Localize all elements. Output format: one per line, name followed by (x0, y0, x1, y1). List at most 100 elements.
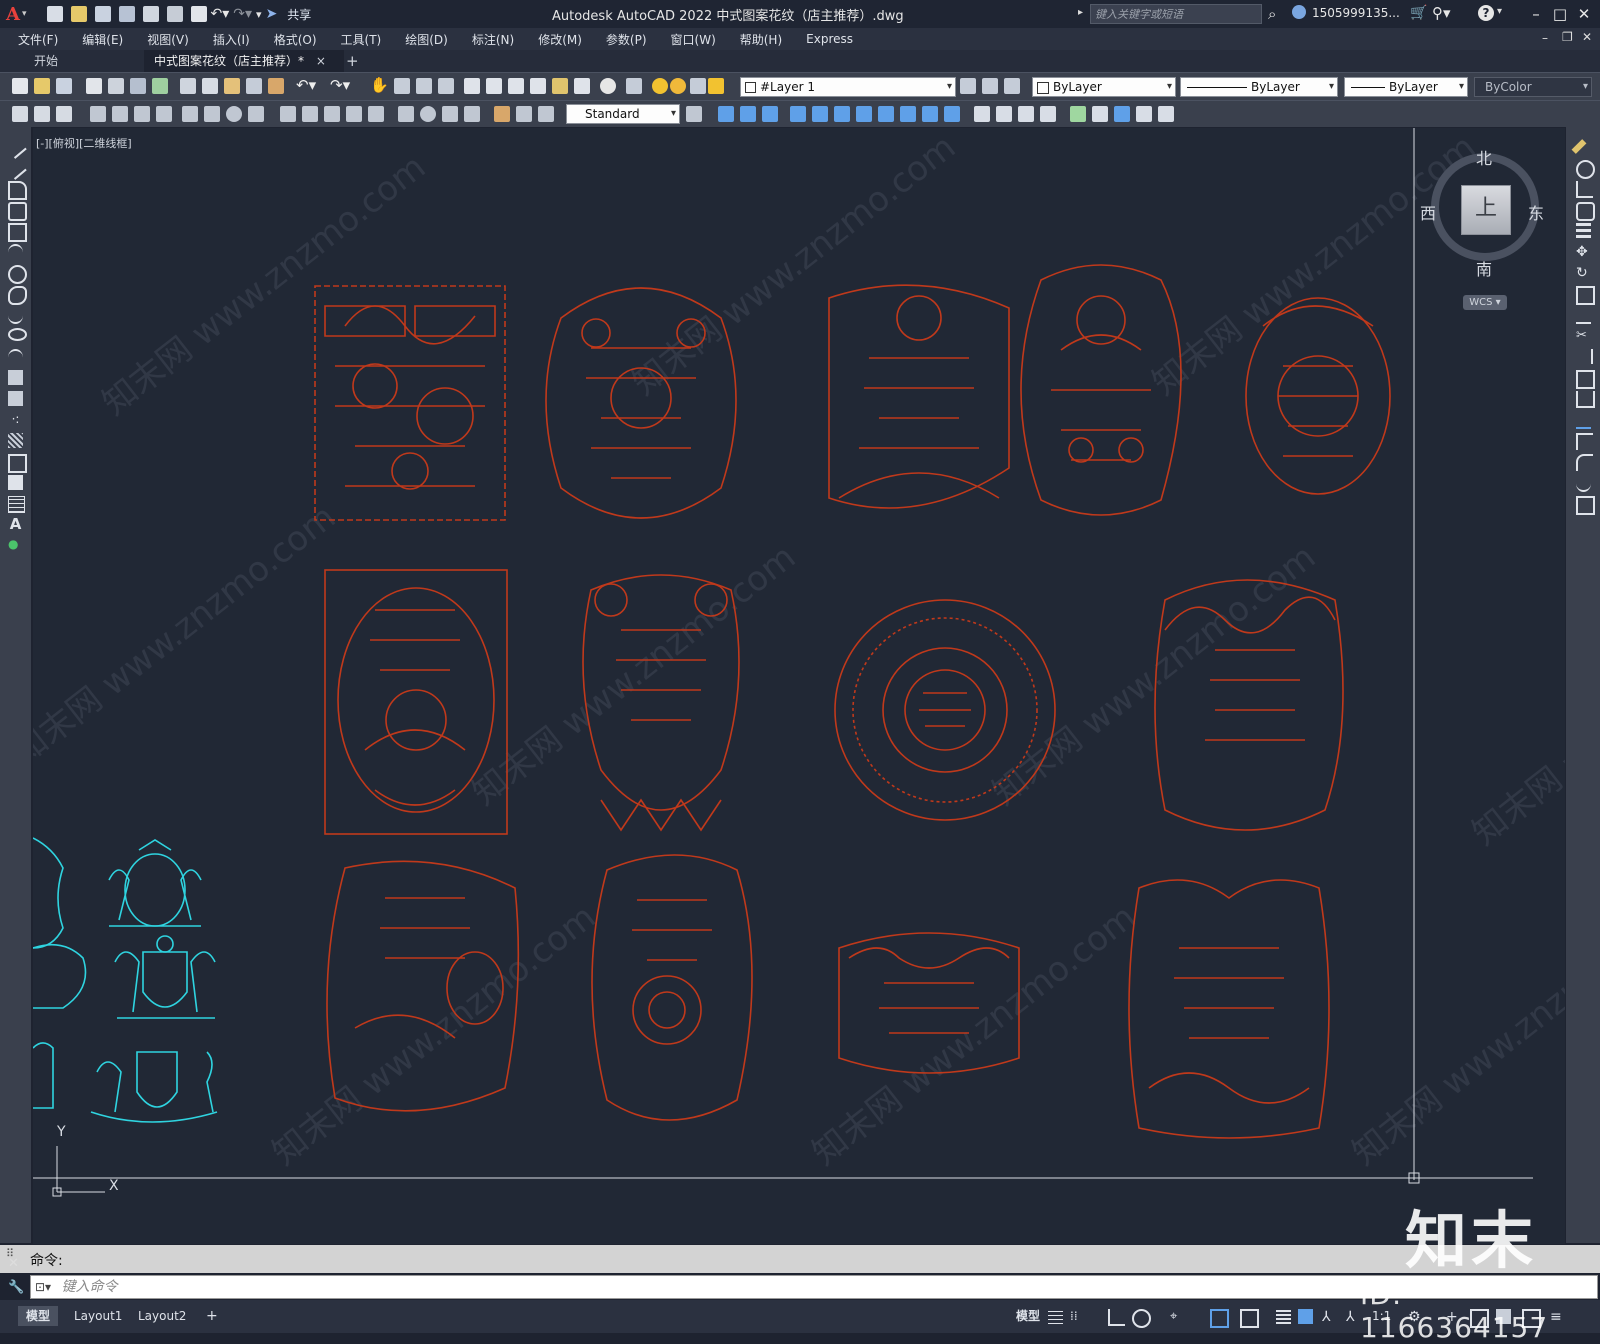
array-icon[interactable] (790, 106, 806, 122)
dim-space-icon[interactable] (280, 106, 296, 122)
snap-icon[interactable]: ⁞⁞ (1070, 1309, 1085, 1324)
application-menu-button[interactable]: A (6, 4, 20, 25)
table-icon[interactable] (8, 496, 25, 513)
open-icon[interactable] (34, 78, 50, 94)
share-icon[interactable]: ➤ (266, 6, 278, 22)
gradient-icon[interactable] (8, 454, 27, 473)
doc-close-icon[interactable]: ✕ (1582, 30, 1592, 44)
model-space-button[interactable]: 模型 (1008, 1306, 1048, 1326)
tolerance-icon[interactable] (324, 106, 340, 122)
layer-viewport-icon[interactable] (690, 78, 706, 94)
mirror-icon[interactable] (740, 106, 756, 122)
design-center-icon[interactable] (486, 78, 502, 94)
menu-window[interactable]: 窗口(W) (659, 31, 728, 48)
region-icon[interactable] (8, 475, 23, 490)
fillet-icon[interactable] (1018, 106, 1034, 122)
move-icon[interactable] (812, 106, 828, 122)
image-attach-icon[interactable] (1158, 106, 1174, 122)
extend-icon[interactable] (1576, 349, 1593, 364)
dim-arc-icon[interactable] (56, 106, 72, 122)
break-icon[interactable] (1576, 391, 1595, 408)
menu-file[interactable]: 文件(F) (6, 31, 70, 48)
brush-icon[interactable] (268, 78, 284, 94)
wcs-menu[interactable]: WCS ▾ (1463, 295, 1507, 310)
layer-properties-icon[interactable] (626, 78, 642, 94)
application-menu-arrow-icon[interactable]: ▾ (22, 9, 27, 19)
color-dropdown[interactable]: ByLayer ▾ (1032, 77, 1176, 97)
open-web-icon[interactable] (142, 6, 159, 22)
join-icon[interactable] (1576, 412, 1591, 429)
quick-dim-icon[interactable] (204, 106, 220, 122)
polar-tracking-icon[interactable] (1132, 1309, 1151, 1328)
erase-icon[interactable] (1571, 139, 1587, 154)
undo-icon[interactable]: ↶▾ (211, 6, 230, 22)
open-file-icon[interactable] (70, 6, 87, 22)
layer-dropdown[interactable]: #Layer 1 ▾ (740, 77, 956, 97)
user-name[interactable]: 1505999135... (1312, 6, 1400, 20)
rectangle-icon[interactable] (8, 223, 27, 242)
ellipse-icon[interactable] (8, 328, 27, 341)
drawing-canvas[interactable]: 知末网 www.znzmo.com 知末网 www.znzmo.com 知末网 … (33, 128, 1565, 1244)
dim-style-icon[interactable] (494, 106, 510, 122)
ellipse-arc-icon[interactable] (8, 349, 23, 366)
dim-break-icon[interactable] (302, 106, 318, 122)
redo-icon[interactable]: ↷▾ (330, 76, 350, 94)
layer-unlock-icon[interactable] (708, 78, 724, 94)
sheet-set-icon[interactable] (530, 78, 546, 94)
point-icon[interactable]: ·: (8, 412, 23, 427)
layer-thaw-icon[interactable] (670, 78, 686, 94)
isodraft-icon[interactable]: ⌖ (1170, 1309, 1185, 1324)
fillet-icon[interactable] (1576, 454, 1593, 471)
menu-help[interactable]: 帮助(H) (728, 31, 794, 48)
undo-icon[interactable]: ↶▾ (296, 76, 316, 94)
search-input[interactable]: 键入关键字或短语 (1090, 4, 1262, 24)
close-command-line-icon[interactable]: ✕ (8, 1256, 19, 1271)
3d-print-icon[interactable] (152, 78, 168, 94)
rotate-icon[interactable] (834, 106, 850, 122)
zoom-realtime-icon[interactable] (394, 78, 410, 94)
offset-icon[interactable] (1576, 202, 1595, 221)
move-icon[interactable]: ✥ (1576, 244, 1591, 260)
minimize-icon[interactable]: – (1526, 4, 1546, 24)
xref-icon[interactable] (1136, 106, 1152, 122)
customize-command-icon[interactable]: 🔧 (8, 1280, 24, 1295)
explode-icon[interactable] (1576, 496, 1595, 515)
chamfer-icon[interactable] (996, 106, 1012, 122)
dim-angular-icon[interactable] (182, 106, 198, 122)
menu-modify[interactable]: 修改(M) (526, 31, 594, 48)
stretch-icon[interactable] (1576, 307, 1591, 324)
cut-icon[interactable] (180, 78, 196, 94)
viewcube-west[interactable]: 西 (1420, 200, 1436, 224)
plotstyle-dropdown[interactable]: ByColor ▾ (1474, 77, 1592, 97)
dim-edit-icon[interactable] (420, 106, 436, 122)
array-icon[interactable] (1576, 223, 1591, 238)
ortho-icon[interactable] (1108, 1309, 1125, 1326)
arc-icon[interactable] (8, 244, 23, 261)
redo-icon[interactable]: ↷▾ (233, 6, 252, 22)
menu-parametric[interactable]: 参数(P) (594, 31, 659, 48)
tool-palettes-icon[interactable] (508, 78, 524, 94)
share-button[interactable]: 共享 (287, 6, 311, 23)
layer-previous-icon[interactable] (982, 78, 998, 94)
scale-icon[interactable] (1576, 286, 1595, 305)
explode-icon[interactable] (1040, 106, 1056, 122)
copy-icon[interactable] (1576, 160, 1595, 179)
calculator-icon[interactable] (574, 78, 590, 94)
join-icon[interactable] (974, 106, 990, 122)
new-file-icon[interactable] (46, 6, 63, 22)
plot-preview-icon[interactable] (108, 78, 124, 94)
center-mark-icon[interactable] (346, 106, 362, 122)
annotation-scale-icon[interactable]: ⅄ (1346, 1309, 1361, 1325)
dim-style-manager-icon[interactable] (686, 106, 702, 122)
add-layout-icon[interactable]: + (198, 1306, 226, 1326)
lineweight-icon[interactable] (1276, 1309, 1291, 1324)
inspection-icon[interactable] (368, 106, 384, 122)
polyline-icon[interactable] (8, 181, 27, 200)
hatch-icon[interactable] (8, 433, 23, 448)
layer-states-icon[interactable] (1004, 78, 1020, 94)
annotation-visibility-icon[interactable] (1298, 1309, 1313, 1324)
close-icon[interactable]: ✕ (1574, 4, 1594, 24)
break-at-point-icon[interactable] (1576, 370, 1595, 389)
dim-jogged-icon[interactable] (134, 106, 150, 122)
save-as-icon[interactable] (118, 6, 135, 22)
